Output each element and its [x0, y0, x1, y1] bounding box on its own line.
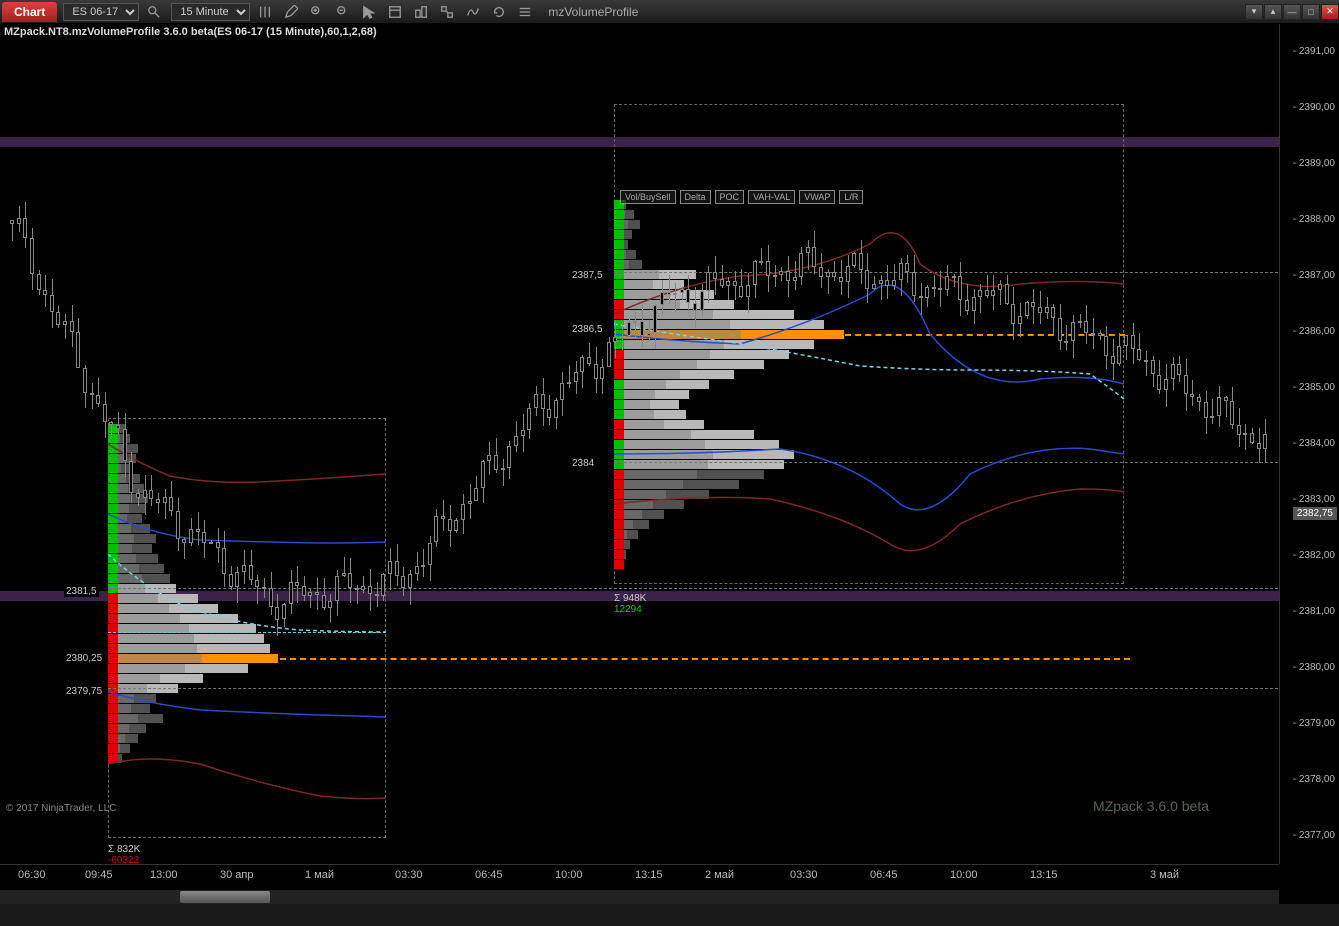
- indicator-label: mzVolumeProfile: [548, 5, 638, 19]
- pencil-icon[interactable]: [280, 3, 302, 21]
- bars-icon[interactable]: [254, 3, 276, 21]
- search-icon[interactable]: [143, 3, 165, 21]
- scroll-track[interactable]: [0, 890, 1279, 904]
- legend-vol[interactable]: Vol/BuySell: [620, 190, 676, 204]
- zoom-out-icon[interactable]: [332, 3, 354, 21]
- chart-area[interactable]: MZpack.NT8.mzVolumeProfile 3.6.0 beta(ES…: [0, 24, 1339, 904]
- legend-vahval[interactable]: VAH-VAL: [748, 190, 795, 204]
- chart-info-label: MZpack.NT8.mzVolumeProfile 3.6.0 beta(ES…: [4, 26, 377, 38]
- properties-icon[interactable]: [514, 3, 536, 21]
- session2-poc-line: [845, 334, 1125, 336]
- minimize-button[interactable]: —: [1283, 4, 1301, 20]
- data-box-icon[interactable]: [384, 3, 406, 21]
- chart-tab[interactable]: Chart: [2, 2, 57, 22]
- refresh-icon[interactable]: [488, 3, 510, 21]
- session1-summary: Σ 832K -60322: [108, 844, 140, 864]
- y-axis[interactable]: - 2391,00- 2390,00- 2389,00- 2388,00- 23…: [1279, 24, 1339, 864]
- title-bar: Chart ES 06-17 15 Minute mzVolumeProfile…: [0, 0, 1339, 24]
- x-axis[interactable]: 06:3009:4513:0030 апр1 май03:3006:4510:0…: [0, 864, 1279, 904]
- instrument-select[interactable]: ES 06-17: [63, 3, 139, 21]
- legend-vwap[interactable]: VWAP: [799, 190, 835, 204]
- legend-lr[interactable]: L/R: [839, 190, 863, 204]
- plot-region[interactable]: 2381,52380,252379,75 Σ 832K -60322 2387,…: [0, 24, 1279, 864]
- session2-summary: Σ 948K 12294: [614, 593, 646, 615]
- trader-icon[interactable]: [410, 3, 432, 21]
- copyright: © 2017 NinjaTrader, LLC: [6, 803, 116, 814]
- zoom-in-icon[interactable]: [306, 3, 328, 21]
- window-expand-button[interactable]: ▴: [1264, 4, 1282, 20]
- session1-vwap-line: [108, 632, 386, 633]
- watermark: MZpack 3.6.0 beta: [1093, 798, 1209, 814]
- window-shrink-button[interactable]: ▾: [1245, 4, 1263, 20]
- session1-val-line: [108, 688, 1278, 689]
- link-icon[interactable]: [436, 3, 458, 21]
- close-button[interactable]: ✕: [1321, 4, 1339, 20]
- session2-val-line: [614, 462, 1278, 463]
- maximize-button[interactable]: □: [1302, 4, 1320, 20]
- indicator-icon[interactable]: [462, 3, 484, 21]
- legend-tags: Vol/BuySell Delta POC VAH-VAL VWAP L/R: [620, 190, 863, 204]
- cursor-icon[interactable]: [358, 3, 380, 21]
- timeframe-select[interactable]: 15 Minute: [171, 3, 250, 21]
- session1-vah-line: [108, 588, 1278, 589]
- session1-poc-line: [280, 658, 1130, 660]
- window-buttons: ▾ ▴ — □ ✕: [1244, 4, 1339, 20]
- scroll-thumb[interactable]: [180, 891, 270, 903]
- legend-delta[interactable]: Delta: [680, 190, 711, 204]
- legend-poc[interactable]: POC: [715, 190, 745, 204]
